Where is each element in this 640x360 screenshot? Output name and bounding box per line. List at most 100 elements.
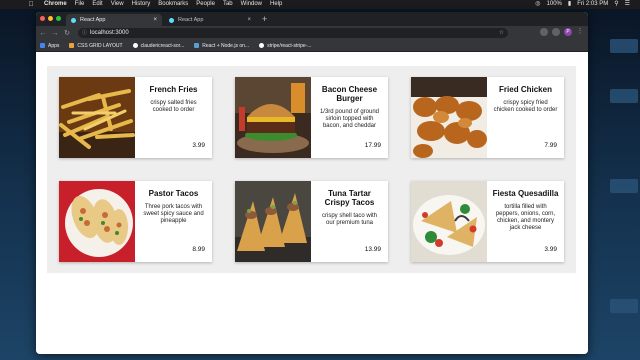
item-description: tortilla filled with peppers, onions, co…: [495, 204, 556, 231]
item-price: 3.99: [192, 142, 205, 149]
window-controls: [40, 16, 61, 21]
bookmark-css-grid[interactable]: CSS GRID LAYOUT: [69, 43, 123, 49]
menubar-item-help[interactable]: Help: [270, 0, 282, 9]
tab-react-app-active[interactable]: React App ×: [66, 14, 162, 26]
control-center-icon[interactable]: ☰: [625, 0, 630, 9]
bookmark-stripe[interactable]: stripe/react-stripe-...: [259, 42, 312, 49]
browser-window: React App × React App × + ← → ↻ ⓘ localh…: [36, 12, 588, 354]
desktop-icons: [596, 29, 640, 359]
toolbar-actions: P ⋮: [540, 28, 584, 36]
address-bar[interactable]: ⓘ localhost:3000 ☆: [78, 28, 508, 38]
fried-chicken-image: [411, 77, 487, 158]
react-favicon-icon: [169, 17, 174, 23]
quesadilla-image: [411, 181, 487, 262]
menu-card[interactable]: Fried Chicken crispy spicy fried chicken…: [411, 77, 564, 158]
react-favicon-icon: [71, 17, 76, 23]
spotlight-icon[interactable]: ⚲: [614, 0, 618, 9]
apps-grid-icon: [40, 43, 45, 48]
item-description: Three pork tacos with sweet spicy sauce …: [143, 204, 204, 224]
bookmark-label: stripe/react-stripe-...: [267, 42, 312, 49]
bookmark-apps[interactable]: Apps: [40, 43, 59, 49]
tuna-tacos-image: [235, 181, 311, 262]
menubar-item-edit[interactable]: Edit: [92, 0, 102, 9]
menubar-item-tab[interactable]: Tab: [223, 0, 233, 9]
item-title: Fiesta Quesadilla: [492, 189, 559, 198]
item-description: crispy shell taco with our premium tuna: [321, 213, 378, 226]
minimize-window-button[interactable]: [48, 16, 53, 21]
bookmark-favicon-icon: [69, 43, 75, 48]
french-fries-image: [59, 77, 135, 158]
menu-card[interactable]: French Fries crispy salted fries cooked …: [59, 77, 212, 158]
more-menu-icon[interactable]: ⋮: [576, 28, 584, 36]
close-tab-icon[interactable]: ×: [247, 14, 251, 26]
card-info: Fried Chicken crispy spicy fried chicken…: [487, 77, 564, 158]
reload-icon[interactable]: ↻: [62, 29, 72, 37]
bookmark-star-icon[interactable]: ☆: [499, 28, 504, 38]
bookmark-label: claudericreact-sor...: [140, 42, 185, 49]
desktop-item[interactable]: [610, 299, 638, 313]
menu-card[interactable]: Bacon Cheese Burger 1/3rd pound of groun…: [235, 77, 388, 158]
github-icon: [259, 43, 265, 48]
item-price: 13.99: [364, 246, 381, 253]
apple-icon[interactable]: : [26, 0, 36, 9]
card-info: Bacon Cheese Burger 1/3rd pound of groun…: [311, 77, 388, 158]
browser-toolbar: ← → ↻ ⓘ localhost:3000 ☆ P ⋮: [36, 26, 588, 40]
wifi-icon[interactable]: ◎: [535, 0, 540, 9]
os-menubar:  Chrome File Edit View History Bookmark…: [0, 0, 640, 9]
github-icon: [132, 43, 138, 48]
menubar-item-window[interactable]: Window: [241, 0, 262, 9]
menubar-item-people[interactable]: People: [196, 0, 215, 9]
menubar-item-bookmarks[interactable]: Bookmarks: [158, 0, 188, 9]
extension-icon[interactable]: [540, 28, 548, 36]
tab-react-app[interactable]: React App ×: [164, 14, 256, 26]
item-title: French Fries: [149, 85, 198, 94]
menubar-item-file[interactable]: File: [75, 0, 85, 9]
menubar-item-history[interactable]: History: [132, 0, 151, 9]
item-title: Bacon Cheese Burger: [321, 85, 378, 103]
menubar-item-chrome[interactable]: Chrome: [44, 0, 67, 9]
bookmark-github-react-sor[interactable]: claudericreact-sor...: [132, 42, 185, 49]
new-tab-icon[interactable]: +: [262, 13, 267, 25]
bookmark-label: Apps: [48, 42, 60, 49]
bookmarks-bar: Apps CSS GRID LAYOUT claudericreact-sor.…: [36, 40, 588, 52]
item-title: Fried Chicken: [499, 85, 552, 94]
battery-percent[interactable]: 100%: [547, 0, 562, 9]
item-price: 7.99: [544, 142, 557, 149]
card-info: French Fries crispy salted fries cooked …: [135, 77, 212, 158]
forward-icon[interactable]: →: [50, 30, 60, 37]
menu-card[interactable]: Fiesta Quesadilla tortilla filled with p…: [411, 181, 564, 262]
burger-image: [235, 77, 311, 158]
card-info: Tuna Tartar Crispy Tacos crispy shell ta…: [311, 181, 388, 262]
desktop-item[interactable]: [610, 179, 638, 193]
item-title: Tuna Tartar Crispy Tacos: [324, 189, 375, 207]
battery-icon: ▮: [567, 1, 572, 7]
card-info: Pastor Tacos Three pork tacos with sweet…: [135, 181, 212, 262]
tab-label: React App: [178, 17, 204, 23]
item-description: 1/3rd pound of ground sirloin topped wit…: [319, 109, 380, 129]
item-title: Pastor Tacos: [148, 189, 199, 198]
close-tab-icon[interactable]: ×: [153, 14, 157, 26]
clock[interactable]: Fri 2:03 PM: [577, 0, 608, 9]
item-description: crispy spicy fried chicken cooked to ord…: [493, 100, 558, 113]
close-window-button[interactable]: [40, 16, 45, 21]
menu-card[interactable]: Tuna Tartar Crispy Tacos crispy shell ta…: [235, 181, 388, 262]
item-description: crispy salted fries cooked to order: [150, 100, 197, 113]
pastor-tacos-image: [59, 181, 135, 262]
tab-strip: React App × React App × +: [36, 12, 588, 26]
site-info-icon[interactable]: ⓘ: [82, 28, 87, 38]
menubar-item-view[interactable]: View: [111, 0, 124, 9]
bookmark-react-node[interactable]: React + Node.js on...: [194, 43, 249, 49]
desktop-item[interactable]: [610, 89, 638, 103]
desktop-item[interactable]: [610, 39, 638, 53]
url-text[interactable]: localhost:3000: [90, 30, 129, 36]
bookmark-favicon-icon: [194, 43, 200, 48]
tab-label: React App: [80, 17, 106, 23]
menu-card[interactable]: Pastor Tacos Three pork tacos with sweet…: [59, 181, 212, 262]
zoom-window-button[interactable]: [56, 16, 61, 21]
back-icon[interactable]: ←: [38, 30, 48, 37]
profile-avatar[interactable]: P: [564, 28, 572, 36]
extension-icon[interactable]: [552, 28, 560, 36]
card-info: Fiesta Quesadilla tortilla filled with p…: [487, 181, 564, 262]
item-price: 8.99: [192, 246, 205, 253]
menu-grid: French Fries crispy salted fries cooked …: [47, 66, 576, 273]
